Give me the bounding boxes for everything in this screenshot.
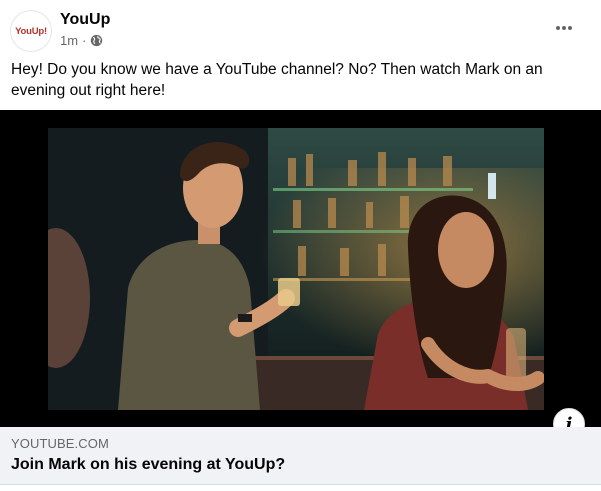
link-domain: YOUTUBE.COM <box>11 436 109 451</box>
avatar-logo-text: YouUp! <box>15 25 47 37</box>
page-name-link[interactable]: YouUp <box>60 11 110 29</box>
meta-separator: · <box>82 33 87 48</box>
page-avatar[interactable]: YouUp! <box>10 10 52 52</box>
link-preview[interactable]: YOUTUBE.COM Join Mark on his evening at … <box>0 427 601 485</box>
more-options-icon[interactable] <box>552 16 576 40</box>
globe-icon[interactable] <box>90 34 103 47</box>
link-title[interactable]: Join Mark on his evening at YouUp? <box>11 456 285 474</box>
video-frame <box>48 128 544 410</box>
post-message: Hey! Do you know we have a YouTube chann… <box>11 61 543 99</box>
video-scene-illustration <box>48 128 544 410</box>
post-card: YouUp! YouUp 1m · Hey! Do you know we ha… <box>0 0 601 491</box>
video-thumbnail[interactable] <box>0 110 601 427</box>
post-timestamp[interactable]: 1m <box>60 33 78 48</box>
post-meta: 1m · <box>60 33 103 48</box>
